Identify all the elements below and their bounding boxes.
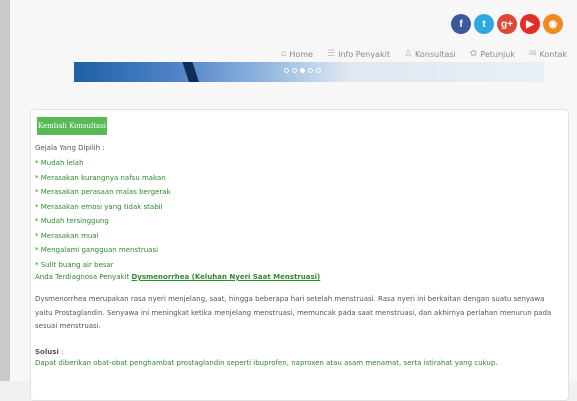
slider-dot[interactable] bbox=[284, 68, 289, 73]
symptom-item: * Mengalami gangguan menstruasi bbox=[35, 246, 159, 254]
slider-dot[interactable] bbox=[316, 68, 321, 73]
banner-slider bbox=[74, 62, 544, 82]
symptom-item: * Merasakan kurangnya nafsu makan bbox=[35, 173, 166, 182]
nav-konsultasi[interactable]: ♙ Konsultasi bbox=[404, 49, 456, 59]
result-content: Gejala Yang Dipilih : * Mudah lelah * Me… bbox=[35, 144, 560, 367]
home-icon: ⌂ bbox=[280, 49, 287, 59]
main-nav: ⌂ Home ☰ Info Penyakit ♙ Konsultasi ✿ Pe… bbox=[281, 49, 567, 59]
solution-separator: : bbox=[61, 347, 64, 356]
symptom-item: * Merasakan mual bbox=[35, 231, 99, 240]
page: f t g+ ▶ ◉ ⌂ Home ☰ Info Penyakit ♙ Kons… bbox=[10, 0, 577, 401]
solution-heading: Solusi : bbox=[35, 348, 560, 356]
nav-label: Kontak bbox=[539, 49, 567, 59]
solution-text: Dapat diberikan obat-obat penghambat pro… bbox=[35, 358, 498, 367]
facebook-icon[interactable]: f bbox=[451, 14, 471, 34]
symptom-item: * Merasakan emosi yang tidak stabil bbox=[35, 202, 163, 211]
diagnosis-prefix: Anda Terdiagnosa Penyakit bbox=[35, 273, 130, 281]
solution-label: Solusi bbox=[35, 347, 59, 356]
slider-dot[interactable] bbox=[292, 68, 297, 73]
mail-icon: ✉ bbox=[528, 49, 537, 59]
nav-home[interactable]: ⌂ Home bbox=[281, 49, 313, 59]
nav-label: Info Penyakit bbox=[338, 49, 390, 59]
symptom-item: * Merasakan perasaan malas bergerak bbox=[35, 188, 171, 196]
slider-dot[interactable] bbox=[308, 68, 313, 73]
youtube-icon[interactable]: ▶ bbox=[520, 14, 540, 34]
slider-dot-active[interactable] bbox=[300, 68, 305, 73]
symptom-item: * Sulit buang air besar bbox=[35, 260, 114, 269]
rss-icon[interactable]: ◉ bbox=[543, 14, 563, 34]
nav-label: Petunjuk bbox=[480, 49, 515, 59]
banner-image-detail bbox=[181, 62, 201, 82]
user-icon: ♙ bbox=[403, 49, 413, 59]
nav-label: Konsultasi bbox=[415, 49, 456, 59]
nav-info-penyakit[interactable]: ☰ Info Penyakit bbox=[327, 49, 390, 59]
google-plus-icon[interactable]: g+ bbox=[497, 14, 517, 34]
diagnosis-line: Anda Terdiagnosa Penyakit Dysmenorrhea (… bbox=[35, 273, 560, 281]
diagnosis-link[interactable]: Dysmenorrhea (Keluhan Nyeri Saat Menstru… bbox=[131, 273, 320, 281]
symptom-item: * Mudah tersinggung bbox=[35, 217, 109, 225]
gear-icon: ✿ bbox=[469, 49, 478, 59]
nav-kontak[interactable]: ✉ Kontak bbox=[529, 49, 567, 59]
symptoms-header: Gejala Yang Dipilih : bbox=[35, 144, 105, 152]
slider-dots bbox=[284, 68, 321, 73]
symptom-item: * Mudah lelah bbox=[35, 159, 84, 167]
symptom-list: * Mudah lelah * Merasakan kurangnya nafs… bbox=[35, 156, 560, 272]
nav-label: Home bbox=[289, 49, 314, 59]
result-panel: Kembali Konsultasi Gejala Yang Dipilih :… bbox=[30, 109, 569, 401]
left-edge bbox=[0, 0, 10, 381]
disease-description: Dysmenorrhea merupakan rasa nyeri menjel… bbox=[35, 295, 552, 330]
nav-petunjuk[interactable]: ✿ Petunjuk bbox=[470, 49, 515, 59]
social-links: f t g+ ▶ ◉ bbox=[451, 14, 563, 34]
list-icon: ☰ bbox=[327, 49, 336, 59]
back-to-consultation-button[interactable]: Kembali Konsultasi bbox=[37, 117, 107, 135]
twitter-icon[interactable]: t bbox=[474, 14, 494, 34]
